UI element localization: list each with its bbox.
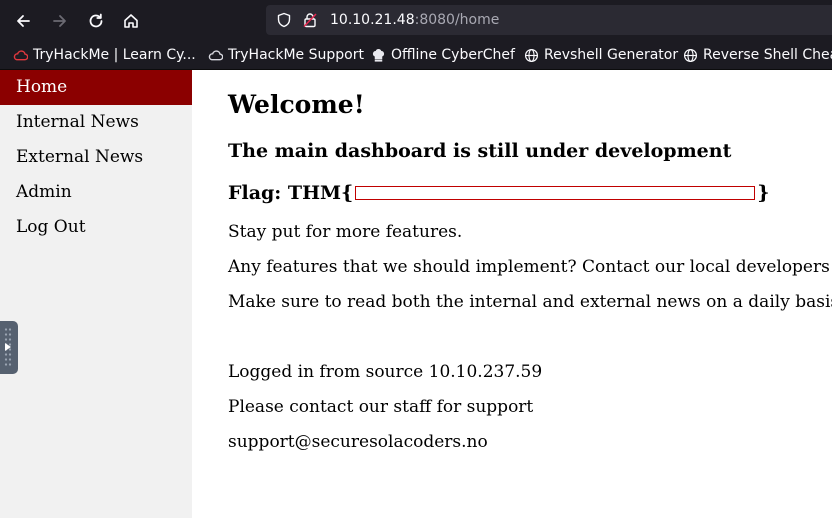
bookmark-label: Revshell Generator (544, 47, 679, 63)
flag-suffix: } (757, 182, 770, 204)
url-host: 10.10.21.48 (330, 12, 415, 28)
sidebar: Home Internal News External News Admin L… (0, 70, 192, 518)
insecure-lock-icon[interactable] (302, 12, 318, 28)
sidebar-item-admin[interactable]: Admin (0, 175, 192, 210)
tryhackme-icon (12, 47, 28, 63)
address-bar[interactable]: 10.10.21.48:8080/home (266, 5, 832, 35)
sidebar-item-home[interactable]: Home (0, 70, 192, 105)
bookmark-label: Offline CyberChef (391, 47, 515, 63)
globe-icon (523, 47, 539, 63)
home-button[interactable] (118, 8, 144, 34)
globe-icon (682, 47, 698, 63)
flag-prefix: Flag: THM{ (228, 182, 354, 204)
bookmark-revshell-generator[interactable]: Revshell Generator (523, 46, 678, 64)
url-path: :8080/home (414, 12, 500, 28)
reload-icon (89, 13, 103, 28)
chef-hat-icon (370, 47, 386, 63)
paragraph-features: Stay put for more features. (228, 222, 463, 242)
bookmark-label: Reverse Shell Cheat (703, 47, 832, 63)
home-icon (124, 14, 138, 28)
bookmarks-bar: TryHackMe | Learn Cy... TryHackMe Suppor… (0, 40, 832, 70)
bookmark-tryhackme[interactable]: TryHackMe | Learn Cy... (12, 46, 196, 64)
sidebar-item-internal-news[interactable]: Internal News (0, 105, 192, 140)
browser-toolbar: 10.10.21.48:8080/home (0, 0, 832, 40)
arrow-right-icon (53, 15, 66, 27)
sidebar-item-log-out[interactable]: Log Out (0, 210, 192, 245)
reload-button[interactable] (83, 8, 109, 34)
bookmark-label: TryHackMe | Learn Cy... (33, 47, 196, 63)
side-panel-handle[interactable] (0, 321, 18, 374)
arrow-left-icon (17, 15, 30, 27)
bookmark-reverse-shell-cheat[interactable]: Reverse Shell Cheat (682, 46, 832, 64)
login-source-text: Logged in from source 10.10.237.59 (228, 362, 543, 382)
back-button[interactable] (10, 8, 36, 34)
page-subtitle: The main dashboard is still under develo… (228, 140, 732, 162)
bookmark-offline-cyberchef[interactable]: Offline CyberChef (370, 46, 515, 64)
paragraph-read-news: Make sure to read both the internal and … (228, 292, 832, 312)
shield-icon[interactable] (276, 12, 292, 28)
contact-staff-text: Please contact our staff for support (228, 397, 534, 417)
forward-button[interactable] (47, 8, 73, 34)
support-icon (207, 47, 223, 63)
support-email: support@securesolacoders.no (228, 432, 488, 452)
bookmark-label: TryHackMe Support (228, 47, 364, 63)
url-text: 10.10.21.48:8080/home (330, 11, 499, 29)
paragraph-contact-developers: Any features that we should implement? C… (228, 257, 832, 277)
bookmark-tryhackme-support[interactable]: TryHackMe Support (207, 46, 364, 64)
flag-line: Flag: THM{ } (228, 182, 770, 204)
sidebar-item-external-news[interactable]: External News (0, 140, 192, 175)
redacted-flag-box (355, 186, 756, 200)
page-title: Welcome! (228, 90, 365, 119)
expand-arrow-icon (5, 343, 11, 351)
